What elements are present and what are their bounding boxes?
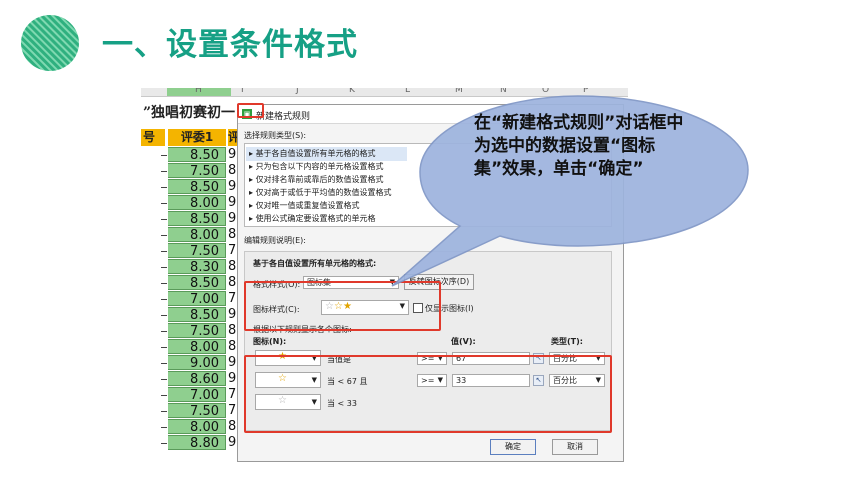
sheet-title-fragment: ”独唱初赛初一 — [143, 105, 236, 121]
table-row: 8.00 9 — [141, 195, 241, 211]
highlight-rule-type — [237, 103, 264, 118]
rule-type-text: 仅对高于或低于平均值的数值设置格式 — [255, 188, 392, 197]
row-marker — [161, 251, 167, 252]
score-cell[interactable]: 8.80 — [168, 435, 226, 451]
table-row: 7.50 8 — [141, 323, 241, 339]
score-cell[interactable]: 8.30 — [168, 259, 226, 275]
rule-type-label: 选择规则类型(S): — [244, 131, 307, 140]
callout-text: 在“新建格式规则”对话框中为选中的数据设置“图标集”效果，单击“确定” — [474, 113, 684, 179]
score-cell[interactable]: 8.50 — [168, 275, 226, 291]
header-cell-number: 号 — [141, 129, 165, 146]
highlight-icon-rules — [244, 355, 612, 433]
row-marker — [161, 219, 167, 220]
row-marker — [161, 443, 167, 444]
table-row: 9.00 9 — [141, 355, 241, 371]
row-marker — [161, 363, 167, 364]
row-marker — [161, 283, 167, 284]
rule-type-item[interactable]: ▸ 只为包含以下内容的单元格设置格式 — [249, 160, 384, 174]
cancel-button[interactable]: 取消 — [552, 439, 598, 455]
row-marker — [161, 171, 167, 172]
col-header-l: L — [405, 88, 411, 95]
table-row: 8.50 9 — [141, 211, 241, 227]
table-row: 8.80 9 — [141, 435, 241, 451]
score-cell[interactable]: 8.50 — [168, 179, 226, 195]
score-cell[interactable]: 9.00 — [168, 355, 226, 371]
score-cell[interactable]: 8.50 — [168, 147, 226, 163]
column-header-bar: H I J K L M N O P — [141, 88, 628, 97]
row-marker — [161, 267, 167, 268]
icon-column-header: 图标(N): — [253, 337, 287, 346]
row-marker — [161, 379, 167, 380]
rule-type-text: 使用公式确定要设置格式的单元格 — [255, 214, 376, 223]
rule-type-text: 仅对唯一值或重复值设置格式 — [255, 201, 360, 210]
col-header-h: H — [195, 88, 202, 95]
value-column-header: 值(V): — [451, 337, 476, 346]
row-marker — [161, 155, 167, 156]
header-cell-next: 评 — [228, 129, 241, 146]
score-cell[interactable]: 8.00 — [168, 227, 226, 243]
col-header-k: K — [349, 88, 355, 95]
table-row: 7.50 8 — [141, 163, 241, 179]
row-marker — [161, 203, 167, 204]
table-row: 8.00 8 — [141, 419, 241, 435]
table-row: 8.30 8 — [141, 259, 241, 275]
rule-type-text: 基于各自值设置所有单元格的格式 — [255, 149, 376, 158]
score-cell[interactable]: 7.00 — [168, 291, 226, 307]
rule-type-item[interactable]: ▸ 仅对排名靠前或靠后的数值设置格式 — [249, 173, 384, 187]
score-cell[interactable]: 7.50 — [168, 323, 226, 339]
edit-desc-label: 编辑规则说明(E): — [244, 236, 306, 245]
score-cell[interactable]: 8.60 — [168, 371, 226, 387]
table-row: 8.50 9 — [141, 179, 241, 195]
score-cell[interactable]: 8.00 — [168, 195, 226, 211]
row-marker — [161, 411, 167, 412]
row-marker — [161, 331, 167, 332]
rule-type-item[interactable]: ▸ 仅对唯一值或重复值设置格式 — [249, 199, 360, 213]
row-marker — [161, 315, 167, 316]
score-cell[interactable]: 8.50 — [168, 307, 226, 323]
row-marker — [161, 187, 167, 188]
score-cell[interactable]: 7.50 — [168, 243, 226, 259]
header-cell-judge1: 评委1 — [168, 129, 226, 146]
score-cell[interactable]: 8.00 — [168, 339, 226, 355]
highlight-format-style — [244, 281, 441, 331]
table-row: 8.50 8 — [141, 275, 241, 291]
dialog-title: 新建格式规则 — [256, 112, 311, 122]
rule-type-item[interactable]: ▸ 使用公式确定要设置格式的单元格 — [249, 212, 376, 226]
row-marker — [161, 347, 167, 348]
slide-title: 一、设置条件格式 — [102, 27, 358, 63]
col-header-n: N — [500, 88, 507, 95]
table-row: 7.00 7 — [141, 387, 241, 403]
rule-type-text: 只为包含以下内容的单元格设置格式 — [255, 162, 384, 171]
score-cell[interactable]: 8.50 — [168, 211, 226, 227]
col-header-i: I — [241, 88, 244, 95]
table-row: 8.60 9 — [141, 371, 241, 387]
col-header-j: J — [296, 88, 299, 95]
type-column-header: 类型(T): — [551, 337, 583, 346]
table-row: 7.50 7 — [141, 403, 241, 419]
table-row: 8.00 8 — [141, 227, 241, 243]
score-cell[interactable]: 7.50 — [168, 403, 226, 419]
table-row: 8.00 8 — [141, 339, 241, 355]
col-header-m: M — [455, 88, 463, 95]
score-cell[interactable]: 7.50 — [168, 163, 226, 179]
ok-button[interactable]: 确定 — [490, 439, 536, 455]
col-header-o: O — [542, 88, 550, 95]
score-cell[interactable]: 7.00 — [168, 387, 226, 403]
rule-type-text: 仅对排名靠前或靠后的数值设置格式 — [255, 175, 384, 184]
row-marker — [161, 395, 167, 396]
rule-type-item[interactable]: ▸ 基于各自值设置所有单元格的格式 — [246, 147, 407, 161]
table-row: 7.50 7 — [141, 243, 241, 259]
row-marker — [161, 235, 167, 236]
leaf-logo-icon — [21, 15, 79, 71]
table-row: 8.50 9 — [141, 147, 241, 163]
row-marker — [161, 427, 167, 428]
table-row: 7.00 7 — [141, 291, 241, 307]
desc-heading: 基于各自值设置所有单元格的格式: — [253, 259, 377, 268]
rule-type-item[interactable]: ▸ 仅对高于或低于平均值的数值设置格式 — [249, 186, 392, 200]
row-marker — [161, 299, 167, 300]
table-row: 8.50 9 — [141, 307, 241, 323]
col-header-p: P — [583, 88, 589, 95]
score-cell[interactable]: 8.00 — [168, 419, 226, 435]
